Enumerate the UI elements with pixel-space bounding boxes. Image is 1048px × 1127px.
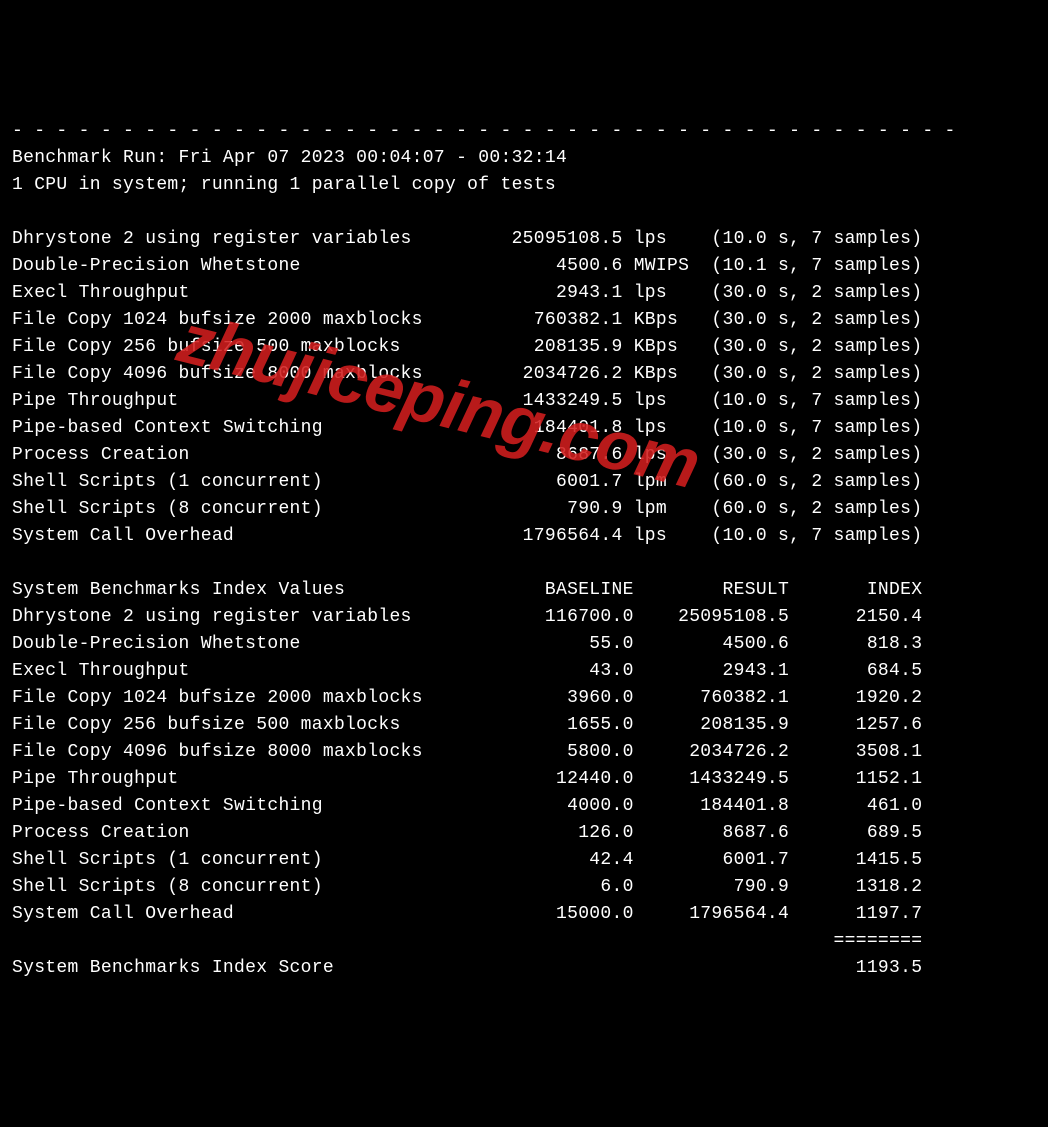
index-divider: ======== (12, 931, 922, 951)
index-values-block: System Benchmarks Index Values BASELINE … (12, 580, 922, 924)
divider-line: - - - - - - - - - - - - - - - - - - - - … (12, 121, 956, 141)
terminal-output: - - - - - - - - - - - - - - - - - - - - … (12, 118, 1036, 982)
benchmark-run-line: Benchmark Run: Fri Apr 07 2023 00:04:07 … (12, 148, 567, 168)
cpu-info-line: 1 CPU in system; running 1 parallel copy… (12, 175, 556, 195)
index-score-line: System Benchmarks Index Score 1193.5 (12, 958, 922, 978)
test-results-block: Dhrystone 2 using register variables 250… (12, 229, 922, 546)
